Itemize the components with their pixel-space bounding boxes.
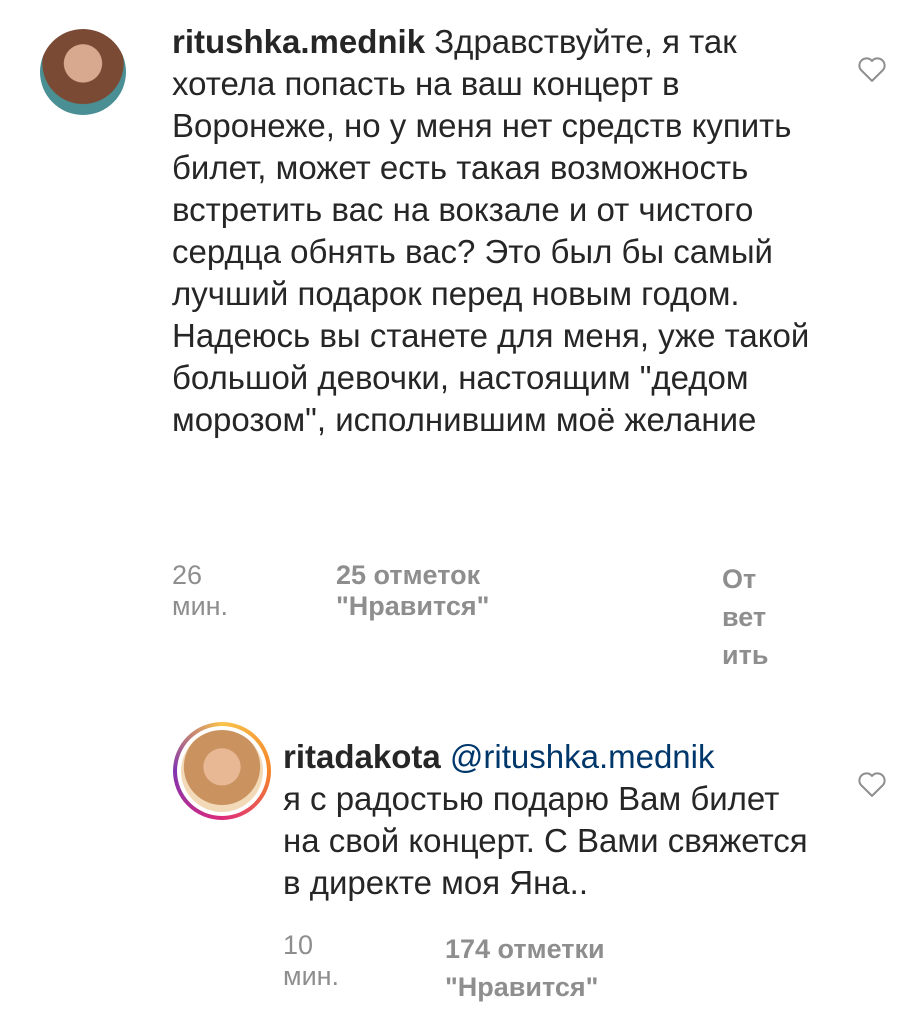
comment-time: 10 мин. — [283, 930, 340, 991]
reply-button[interactable]: Ответить — [722, 560, 770, 674]
comment-text: Здравствуйте, я так хотела попасть на ва… — [172, 23, 819, 438]
like-count-link[interactable]: 174 отметки "Нравится" — [445, 930, 655, 1006]
heart-outline-icon[interactable] — [857, 55, 887, 83]
comment-text: я с радостью подарю Вам билет на свой ко… — [283, 780, 817, 901]
like-count-link[interactable]: 25 отметок "Нравится" — [336, 560, 489, 622]
avatar[interactable] — [40, 29, 126, 115]
comment-body: ritushka.mednik Здравствуйте, я так хоте… — [172, 21, 812, 441]
mention-link[interactable]: @ritushka.mednik — [450, 738, 715, 775]
heart-outline-icon[interactable] — [857, 770, 887, 798]
username[interactable]: ritadakota — [283, 738, 441, 775]
username[interactable]: ritushka.mednik — [172, 23, 425, 60]
avatar[interactable] — [181, 730, 263, 812]
comment-body: ritadakota @ritushka.mednik я с радостью… — [283, 736, 823, 904]
comment-time: 26 мин. — [172, 560, 229, 621]
